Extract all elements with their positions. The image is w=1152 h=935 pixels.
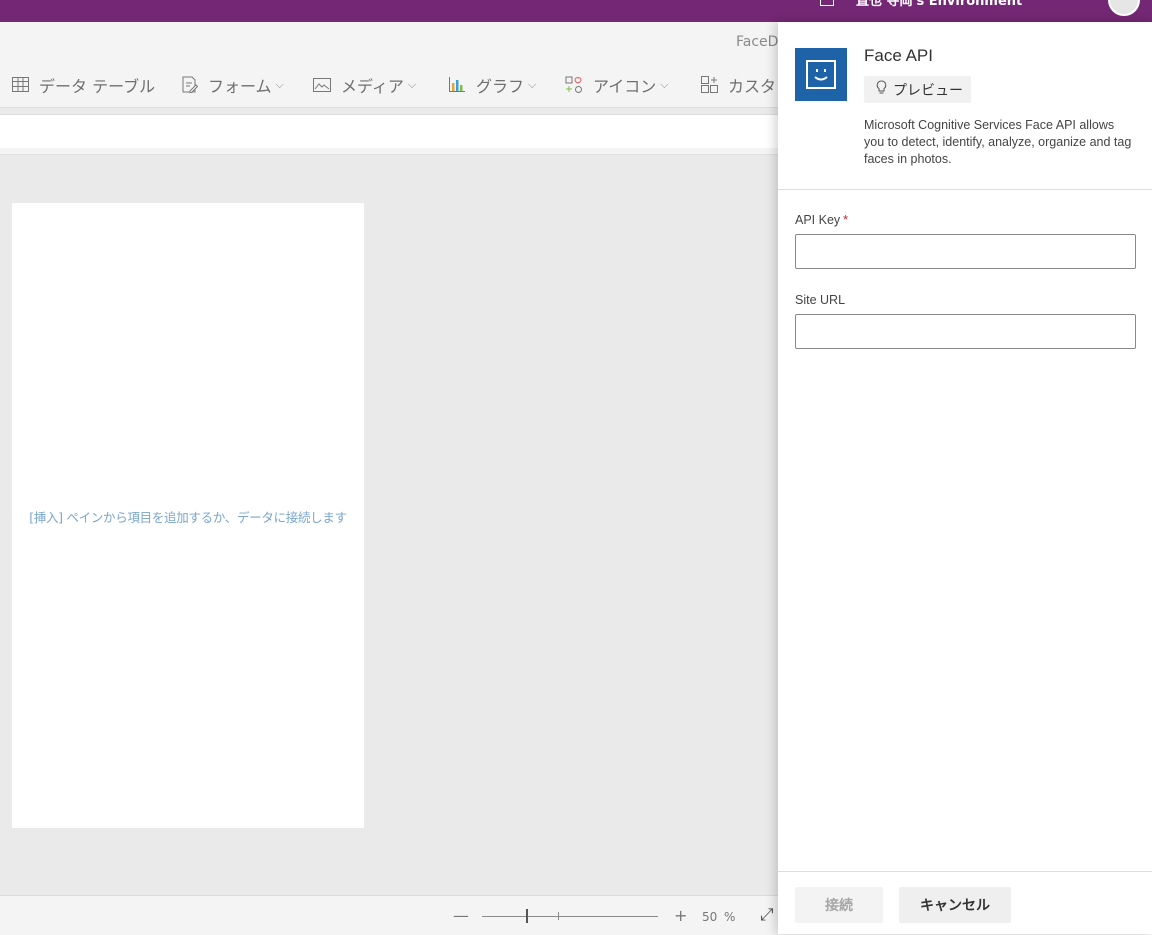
zoom-unit: % [724,910,736,924]
ribbon-label: データ テーブル [39,76,156,96]
ribbon-custom[interactable]: カスタ [700,62,776,107]
table-icon [11,76,29,94]
zoom-slider-tick [558,912,559,920]
api-key-label-text: API Key [795,213,841,227]
fit-to-window-icon[interactable]: ⤢ [760,905,774,925]
lightbulb-icon [876,80,887,99]
form-icon [180,76,198,94]
environment-name[interactable]: 直也 寺岡's Environment [856,0,1022,10]
connection-panel: Face API プレビュー Microsoft Cognitive Servi… [778,22,1152,934]
preview-badge: プレビュー [864,76,971,103]
environment-icon[interactable] [820,0,834,6]
zoom-out-button[interactable]: — [453,906,469,925]
zoom-slider[interactable] [482,916,658,917]
zoom-value: 50 [702,910,718,924]
api-key-label: API Key * [795,213,848,227]
ribbon-label: アイコン [593,76,657,96]
zoom-slider-thumb[interactable] [526,909,528,923]
face-api-logo [795,48,847,101]
zoom-in-button[interactable]: + [674,906,687,925]
ribbon-label: メディア [341,76,404,96]
app-screen-canvas[interactable]: [挿入] ペインから項目を追加するか、データに接続します [12,203,364,828]
ribbon-icons[interactable]: アイコン ⌵ [565,62,669,107]
ribbon-label: グラフ [476,76,525,96]
smiley-icon [806,60,836,89]
site-url-input[interactable] [795,314,1136,349]
connector-title: Face API [864,46,933,65]
chevron-down-icon: ⌵ [660,77,669,91]
custom-icon [700,76,718,94]
chevron-down-icon: ⌵ [407,77,417,91]
ribbon-chart[interactable]: グラフ ⌵ [448,62,536,107]
ribbon-label: カスタ [728,76,777,96]
media-icon [313,76,331,94]
ribbon-data-table[interactable]: データ テーブル [11,62,155,107]
top-bar: 直也 寺岡's Environment [0,0,1152,22]
canvas-hint: [挿入] ペインから項目を追加するか、データに接続します [29,510,347,525]
panel-divider [778,189,1152,190]
connector-description: Microsoft Cognitive Services Face API al… [864,118,1132,166]
chevron-down-icon: ⌵ [275,77,284,91]
chevron-down-icon: ⌵ [528,77,537,91]
footer-divider [778,871,1152,872]
ribbon-media[interactable]: メディア ⌵ [313,62,416,107]
required-marker: * [843,213,849,227]
cancel-button[interactable]: キャンセル [899,887,1011,923]
ribbon-label: フォーム [208,76,272,96]
api-key-input[interactable] [795,234,1136,269]
chart-icon [448,76,466,94]
icons-icon [565,76,583,94]
app-title: FaceD [736,34,779,50]
connect-button[interactable]: 接続 [795,887,883,923]
site-url-label: Site URL [795,293,846,307]
ribbon-form[interactable]: フォーム ⌵ [180,62,284,107]
preview-label: プレビュー [893,82,963,99]
avatar[interactable] [1108,0,1140,16]
